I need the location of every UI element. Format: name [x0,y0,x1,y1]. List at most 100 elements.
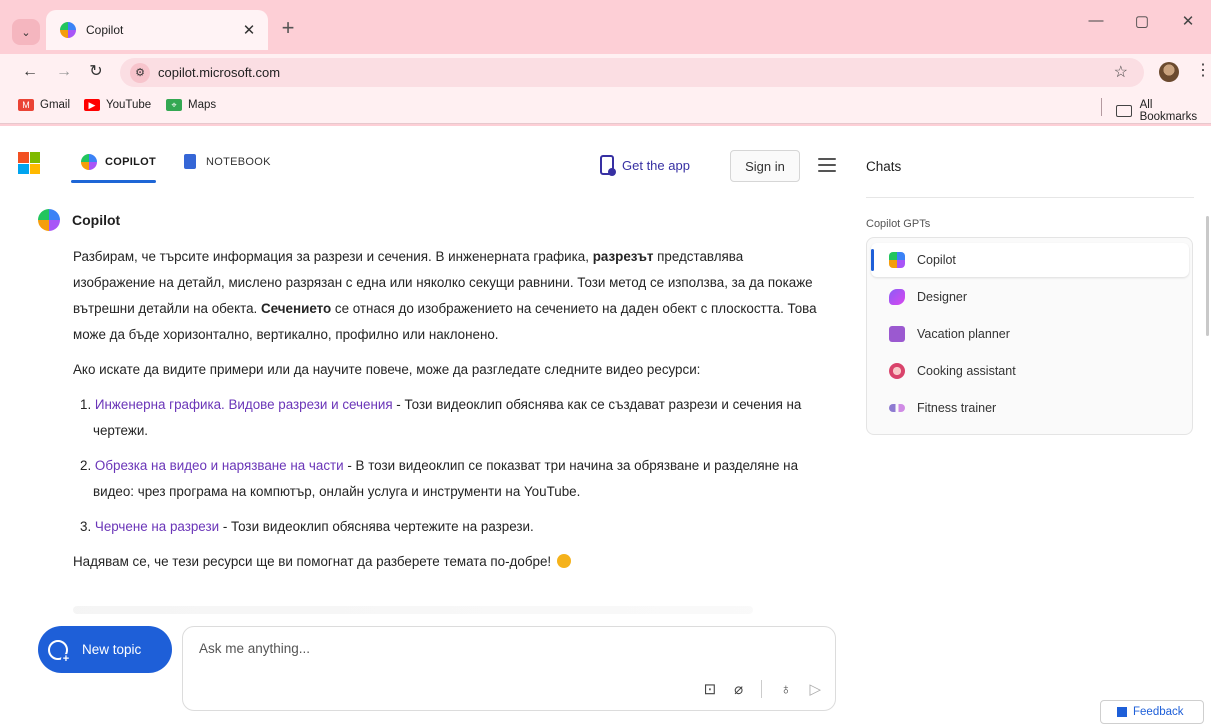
maps-icon: ⌖ [166,99,182,111]
get-app-label: Get the app [622,157,690,173]
list-item: 2. Обрезка на видео и нарязване на части… [80,458,799,499]
bookmark-label: YouTube [106,99,152,111]
tab-copilot[interactable]: COPILOT [81,154,156,170]
forward-arrow-icon[interactable]: → [52,60,76,84]
bookmark-star-icon[interactable]: ☆ [1114,62,1128,82]
restore-button[interactable]: ▢ [1119,12,1165,30]
minimize-button[interactable]: — [1073,12,1119,30]
gpts-panel: Copilot Designer Vacation planner Cookin… [866,237,1193,435]
hamburger-menu-icon[interactable] [818,158,836,172]
divider [761,680,763,698]
bold-term: разрезът [592,249,654,264]
browser-toolbar: ← → ↻ ⚙ copilot.microsoft.com ☆ ⋮ [0,54,1211,90]
tab-notebook[interactable]: NOTEBOOK [184,154,271,169]
sign-in-button[interactable]: Sign in [730,150,800,182]
message-author: Copilot [72,212,121,228]
browser-menu-icon[interactable]: ⋮ [1195,60,1211,80]
bookmark-gmail[interactable]: M Gmail [18,99,70,111]
active-tab-indicator [71,180,156,183]
browser-chrome: ⌄ Copilot ✕ + — ▢ ✕ ← → ↻ ⚙ copilot.micr… [0,0,1211,126]
smile-emoji-icon [556,554,571,568]
youtube-icon: ▶ [84,99,100,111]
vacation-planner-icon [889,326,905,342]
back-arrow-icon[interactable]: ← [18,60,42,84]
close-tab-icon[interactable]: ✕ [240,21,258,39]
site-info-icon[interactable]: ⚙ [130,62,150,83]
sidebar-scrollbar[interactable] [1206,216,1209,336]
sidebar-title: Chats [866,159,902,174]
reload-icon[interactable]: ↻ [84,60,108,84]
phone-download-icon [600,155,616,176]
resource-list: 1. Инженерна графика. Видове разрези и с… [73,392,825,540]
browser-tab[interactable]: Copilot ✕ [46,10,268,50]
gpt-item-cooking-assistant[interactable]: Cooking assistant [871,354,1189,388]
url-text: copilot.microsoft.com [158,65,281,80]
get-the-app-link[interactable]: Get the app [600,155,690,176]
image-upload-icon[interactable]: ⊡ [704,680,717,698]
message-paragraph: Разбирам, че търсите информация за разре… [73,249,817,342]
profile-avatar[interactable] [1159,62,1179,82]
message-paragraph: Надявам се, че тези ресурси ще ви помогн… [73,549,825,575]
new-topic-label: New topic [82,642,142,657]
ask-input[interactable] [199,641,799,656]
chevron-down-icon: ⌄ [21,26,31,39]
gpt-item-vacation-planner[interactable]: Vacation planner [871,317,1189,351]
new-chat-icon [48,639,71,664]
bookmarks-bar: M Gmail ▶ YouTube ⌖ Maps All Bookmarks [0,90,1211,124]
feedback-icon [1117,707,1127,717]
list-item: 1. Инженерна графика. Видове разрези и с… [80,397,802,438]
feedback-label: Feedback [1133,706,1184,718]
video-link[interactable]: Инженерна графика. Видове разрези и сече… [95,397,393,412]
video-link[interactable]: Обрезка на видео и нарязване на части [95,458,344,473]
list-item: 3. Черчене на разрези - Този видеоклип о… [80,519,534,534]
video-link[interactable]: Черчене на разрези [95,519,219,534]
fitness-trainer-icon [889,404,905,412]
attach-paperclip-icon[interactable]: ⌀ [734,680,743,698]
notebook-icon [184,154,196,169]
bold-term: Сечението [261,301,332,316]
new-topic-button[interactable]: New topic [38,626,172,673]
gpts-section-label: Copilot GPTs [866,218,931,230]
copilot-icon [81,154,97,170]
composer-actions: ⊡ ⌀ ♁ ▷ [704,680,821,698]
folder-icon [1116,105,1132,117]
gpt-label: Vacation planner [917,327,1010,341]
copilot-icon [889,252,905,268]
bookmark-youtube[interactable]: ▶ YouTube [84,99,151,111]
message-paragraph: Ако искате да видите примери или да науч… [73,362,701,377]
gpt-item-designer[interactable]: Designer [871,280,1189,314]
window-controls: — ▢ ✕ [1073,12,1211,30]
all-bookmarks-label: All Bookmarks [1139,99,1198,123]
close-window-button[interactable]: ✕ [1165,12,1211,30]
gpt-label: Fitness trainer [917,401,997,415]
bookmark-label: Maps [188,99,217,111]
send-icon[interactable]: ▷ [809,680,821,698]
feedback-button[interactable]: Feedback [1100,700,1204,724]
microphone-icon[interactable]: ♁ [780,681,791,698]
cooking-assistant-icon [889,363,905,379]
tab-strip: ⌄ Copilot ✕ + — ▢ ✕ [0,0,1211,54]
copilot-page: COPILOT NOTEBOOK Get the app Sign in Cop… [0,126,1211,724]
tab-label: COPILOT [105,156,156,168]
copilot-favicon-icon [60,22,76,38]
bookmark-maps[interactable]: ⌖ Maps [166,99,216,111]
gpt-label: Designer [917,290,968,304]
new-tab-button[interactable]: + [276,16,300,42]
bookmarks-divider [1101,98,1102,116]
assistant-message: Разбирам, че търсите информация за разре… [73,244,825,584]
gpt-item-copilot[interactable]: Copilot [871,243,1189,277]
address-bar[interactable]: ⚙ copilot.microsoft.com ☆ [120,58,1144,87]
all-bookmarks-button[interactable]: All Bookmarks [1116,99,1211,123]
message-header: Copilot [38,209,120,231]
tab-title: Copilot [86,23,124,37]
tab-search-button[interactable]: ⌄ [12,19,40,45]
gpt-label: Copilot [917,253,956,267]
gpt-label: Cooking assistant [917,364,1016,378]
gmail-icon: M [18,99,34,111]
microsoft-logo[interactable] [18,152,40,174]
gpt-item-fitness-trainer[interactable]: Fitness trainer [871,391,1189,425]
chat-composer: ⊡ ⌀ ♁ ▷ [182,626,836,711]
tab-label: NOTEBOOK [206,155,271,168]
suggestions-placeholder [73,606,753,614]
copilot-avatar-icon [38,209,60,231]
